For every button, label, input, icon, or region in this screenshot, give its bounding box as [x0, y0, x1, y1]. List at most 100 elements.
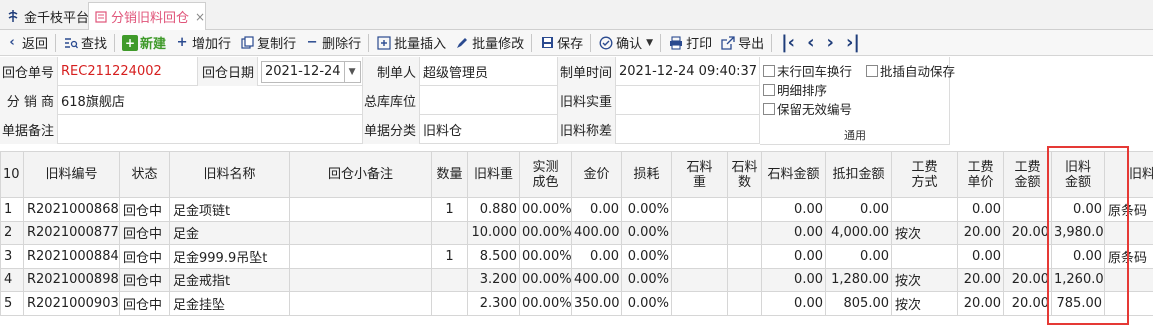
cell-code[interactable]: R2021000868: [23, 197, 120, 222]
table-row[interactable]: 2 R2021000877 回仓中 足金 10.000 00.00% 400.00 0.00%…: [0, 220, 1153, 245]
table-row[interactable]: 3 R2021000884 回仓中 足金999.9吊坠t 1 8.500 00.00% 0.0…: [0, 244, 1153, 269]
cell-stone-n[interactable]: [727, 197, 762, 222]
export-button[interactable]: 导出: [716, 32, 768, 54]
column-header[interactable]: 工费 单价: [957, 151, 1004, 198]
batch-edit-button[interactable]: 批量修改: [450, 32, 528, 54]
return-no-field[interactable]: REC211224002: [58, 57, 198, 86]
distributor-field[interactable]: 618旗舰店: [58, 86, 363, 115]
cell-old-amt[interactable]: 0.00: [1051, 244, 1105, 269]
confirm-button[interactable]: 确认 ▼: [594, 32, 657, 54]
cell-note[interactable]: [289, 267, 432, 292]
close-icon[interactable]: ×: [195, 10, 205, 24]
cell-stone-n[interactable]: [727, 291, 762, 316]
column-header[interactable]: 数量: [431, 151, 468, 198]
cell-stone-w[interactable]: [671, 220, 728, 245]
add-row-button[interactable]: + 增加行: [170, 32, 235, 54]
column-header[interactable]: 金价: [571, 151, 622, 198]
cell-code[interactable]: R2021000884: [23, 244, 120, 269]
cell-name[interactable]: 足金项链t: [169, 197, 290, 222]
cell-purity[interactable]: 00.00%: [519, 220, 572, 245]
new-button[interactable]: + 新建: [118, 32, 170, 54]
keep-invalid-no-option[interactable]: 保留无效编号: [763, 99, 852, 118]
tab-active[interactable]: 分销旧料回仓 ×: [88, 2, 206, 30]
column-header[interactable]: 旧料编号: [23, 151, 120, 198]
column-header[interactable]: 旧料重: [467, 151, 520, 198]
column-header[interactable]: 状态: [119, 151, 170, 198]
category-field[interactable]: 旧料仓: [420, 115, 558, 144]
old-actual-field[interactable]: [616, 86, 760, 115]
column-header[interactable]: 石料金额: [761, 151, 826, 198]
cell-stone-w[interactable]: [671, 244, 728, 269]
cell-old-amt[interactable]: 0.00: [1051, 197, 1105, 222]
cell-deduct[interactable]: 0.00: [825, 197, 892, 222]
cell-stone-amt[interactable]: 0.00: [761, 291, 826, 316]
cell-stone-amt[interactable]: 0.00: [761, 220, 826, 245]
column-header[interactable]: 旧料: [1104, 151, 1153, 198]
cell-purity[interactable]: 00.00%: [519, 291, 572, 316]
cell-weight[interactable]: 3.200: [467, 267, 520, 292]
cell-deduct[interactable]: 4,000.00: [825, 220, 892, 245]
cell-extra[interactable]: 原条码: [1104, 197, 1153, 222]
cell-name[interactable]: 足金: [169, 220, 290, 245]
cell-name[interactable]: 足金戒指t: [169, 267, 290, 292]
column-header[interactable]: 工费 方式: [891, 151, 958, 198]
column-header[interactable]: 实测 成色: [519, 151, 572, 198]
cell-code[interactable]: R2021000903: [23, 291, 120, 316]
cell-status[interactable]: 回仓中: [119, 267, 170, 292]
cell-price[interactable]: 400.00: [571, 267, 622, 292]
chevron-down-icon[interactable]: ▼: [343, 61, 360, 82]
cell-weight[interactable]: 10.000: [467, 220, 520, 245]
cell-old-amt[interactable]: 1,260.00: [1051, 267, 1105, 292]
checkbox[interactable]: [763, 83, 775, 96]
cell-fee-unit[interactable]: 0.00: [957, 244, 1004, 269]
row-index-cell[interactable]: 4: [0, 267, 24, 292]
row-index-cell[interactable]: 2: [0, 220, 24, 245]
create-time-field[interactable]: 2021-12-24 09:40:37: [616, 57, 760, 86]
cell-fee-unit[interactable]: 20.00: [957, 291, 1004, 316]
cell-note[interactable]: [289, 197, 432, 222]
delete-row-button[interactable]: − 删除行: [300, 32, 365, 54]
copy-row-button[interactable]: 复制行: [235, 32, 300, 54]
cell-status[interactable]: 回仓中: [119, 220, 170, 245]
cell-weight[interactable]: 0.880: [467, 197, 520, 222]
cell-loss[interactable]: 0.00%: [621, 244, 672, 269]
cell-code[interactable]: R2021000898: [23, 267, 120, 292]
cell-qty[interactable]: [431, 267, 468, 292]
save-button[interactable]: 保存: [535, 32, 587, 54]
cell-purity[interactable]: 00.00%: [519, 244, 572, 269]
cell-stone-amt[interactable]: 0.00: [761, 244, 826, 269]
row-index-cell[interactable]: 1: [0, 197, 24, 222]
cell-stone-amt[interactable]: 0.00: [761, 197, 826, 222]
batch-auto-save-option[interactable]: 批插自动保存: [866, 61, 955, 80]
cell-stone-w[interactable]: [671, 197, 728, 222]
cell-deduct[interactable]: 0.00: [825, 244, 892, 269]
cell-old-amt[interactable]: 3,980.00: [1051, 220, 1105, 245]
batch-insert-button[interactable]: 批量插入: [372, 32, 450, 54]
cell-stone-amt[interactable]: 0.00: [761, 267, 826, 292]
cell-fee-unit[interactable]: 0.00: [957, 197, 1004, 222]
checkbox[interactable]: [763, 102, 775, 115]
table-row[interactable]: 4 R2021000898 回仓中 足金戒指t 3.200 00.00% 400.00 0.0…: [0, 267, 1153, 292]
column-header[interactable]: 损耗: [621, 151, 672, 198]
cell-qty[interactable]: 1: [431, 197, 468, 222]
checkbox[interactable]: [866, 64, 878, 77]
next-record-button[interactable]: ›: [821, 32, 840, 54]
cell-fee-mode[interactable]: 按次: [891, 291, 958, 316]
cell-deduct[interactable]: 805.00: [825, 291, 892, 316]
cell-stone-n[interactable]: [727, 267, 762, 292]
last-record-button[interactable]: ›|: [840, 32, 866, 54]
cell-stone-n[interactable]: [727, 220, 762, 245]
cell-extra[interactable]: [1104, 267, 1153, 292]
cell-purity[interactable]: 00.00%: [519, 267, 572, 292]
row-index-cell[interactable]: 5: [0, 291, 24, 316]
cell-fee-unit[interactable]: 20.00: [957, 220, 1004, 245]
search-button[interactable]: 查找: [59, 32, 111, 54]
cell-name[interactable]: 足金999.9吊坠t: [169, 244, 290, 269]
cell-fee-amt[interactable]: [1003, 244, 1052, 269]
warehouse-field[interactable]: [420, 86, 558, 115]
checkbox[interactable]: [763, 64, 775, 77]
cell-status[interactable]: 回仓中: [119, 197, 170, 222]
table-row[interactable]: 5 R2021000903 回仓中 足金挂坠 2.300 00.00% 350.00 0.00…: [0, 291, 1153, 316]
cell-fee-mode[interactable]: 按次: [891, 267, 958, 292]
cell-note[interactable]: [289, 244, 432, 269]
